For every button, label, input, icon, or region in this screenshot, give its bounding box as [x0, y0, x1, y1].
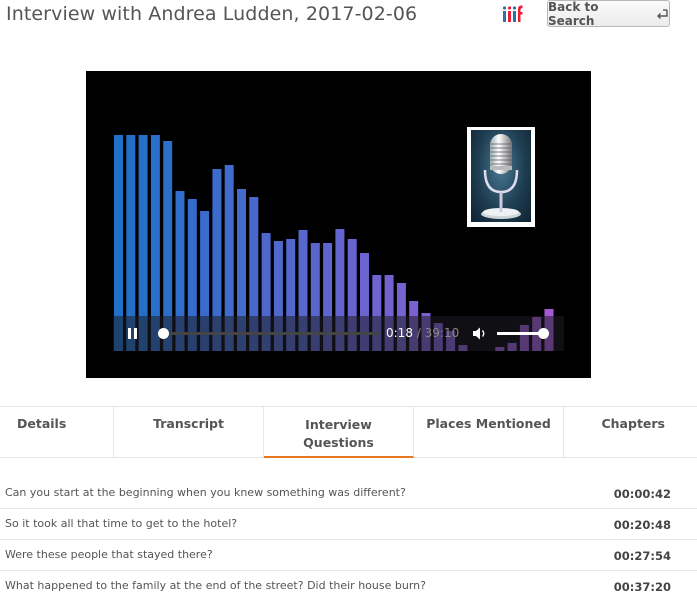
- microphone-artwork: [467, 127, 535, 227]
- question-row[interactable]: Can you start at the beginning when you …: [0, 478, 697, 509]
- question-row[interactable]: What happened to the family at the end o…: [0, 571, 697, 602]
- question-text: Were these people that stayed there?: [5, 548, 213, 561]
- current-time: 0:18: [386, 326, 413, 340]
- tab-label: Interview Questions: [303, 417, 374, 450]
- volume-level: [497, 332, 543, 335]
- question-row[interactable]: Were these people that stayed there? 00:…: [0, 540, 697, 571]
- player-controls: 0:18 / 39:10: [113, 316, 564, 351]
- audio-player[interactable]: 0:18 / 39:10: [86, 71, 591, 378]
- tab-places-mentioned[interactable]: Places Mentioned: [414, 407, 564, 458]
- question-text: So it took all that time to get to the h…: [5, 517, 238, 530]
- iiif-logo-icon[interactable]: [503, 5, 523, 22]
- question-text: What happened to the family at the end o…: [5, 579, 426, 592]
- tab-label: Transcript: [153, 416, 224, 431]
- speaker-icon[interactable]: [472, 326, 488, 341]
- tab-label: Details: [17, 416, 67, 431]
- question-row[interactable]: So it took all that time to get to the h…: [0, 509, 697, 540]
- tab-details[interactable]: Details: [0, 407, 114, 458]
- question-timestamp[interactable]: 00:00:42: [614, 487, 671, 501]
- question-timestamp[interactable]: 00:37:20: [614, 580, 671, 594]
- tab-chapters[interactable]: Chapters: [564, 407, 697, 458]
- pause-icon: [128, 328, 131, 339]
- time-separator: /: [416, 326, 421, 340]
- question-timestamp[interactable]: 00:20:48: [614, 518, 671, 532]
- question-text: Can you start at the beginning when you …: [5, 486, 406, 499]
- volume-slider[interactable]: [497, 328, 549, 339]
- back-to-search-button[interactable]: Back to Search: [547, 0, 670, 28]
- page-title: Interview with Andrea Ludden, 2017-02-06: [6, 3, 418, 25]
- tab-transcript[interactable]: Transcript: [114, 407, 264, 458]
- question-timestamp[interactable]: 00:27:54: [614, 549, 671, 563]
- time-display: 0:18 / 39:10: [386, 326, 459, 340]
- duration: 39:10: [424, 326, 460, 340]
- tab-label: Chapters: [601, 416, 665, 431]
- volume-handle[interactable]: [538, 328, 549, 339]
- tab-bar: Details Transcript Interview Questions P…: [0, 406, 697, 458]
- seek-bar[interactable]: [157, 328, 379, 339]
- tab-interview-questions[interactable]: Interview Questions: [264, 407, 414, 458]
- microphone-icon: [481, 134, 521, 219]
- tab-label: Places Mentioned: [426, 416, 551, 431]
- seek-handle[interactable]: [157, 328, 169, 339]
- back-to-search-label: Back to Search: [548, 0, 599, 28]
- pause-button[interactable]: [126, 327, 140, 341]
- return-arrow-icon: [657, 8, 668, 19]
